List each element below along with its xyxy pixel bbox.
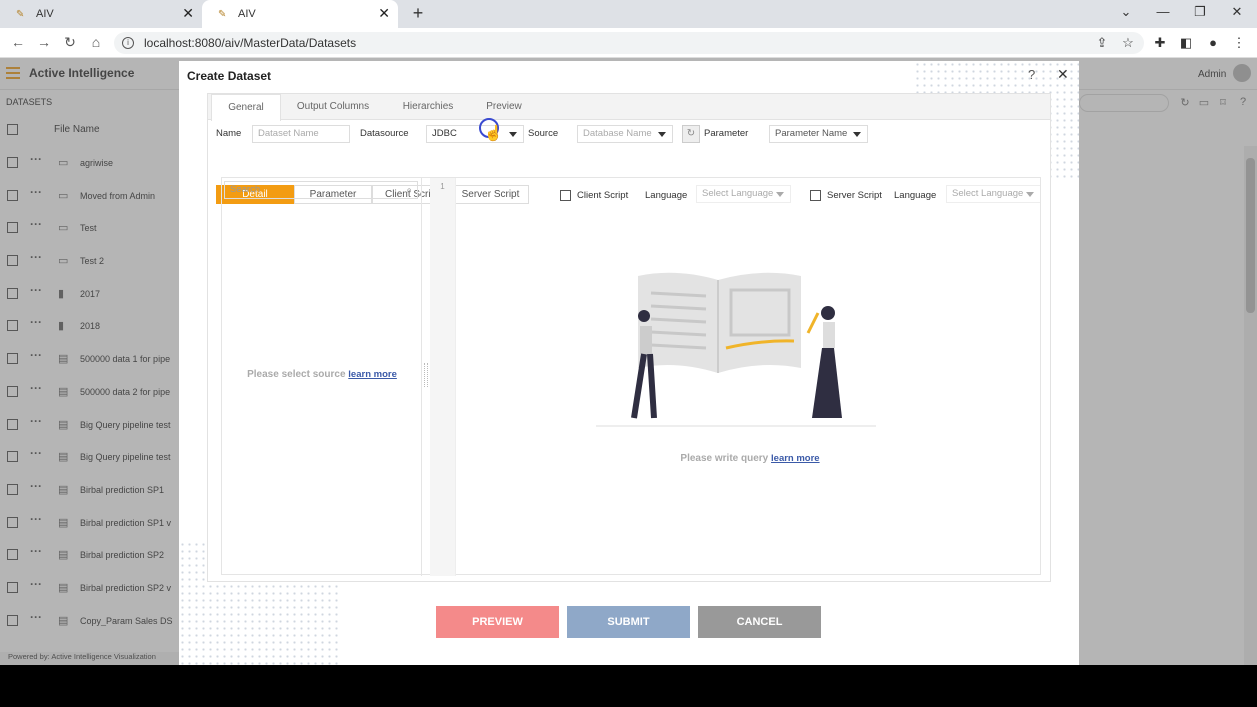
browser-tab-2[interactable]: ✎ AIV ✕ bbox=[202, 0, 398, 28]
chevron-down-icon bbox=[658, 132, 666, 137]
hand-cursor-icon: ☝ bbox=[484, 125, 503, 142]
parameter-placeholder: Parameter Name bbox=[775, 128, 848, 139]
browser-tabbar: ✎ AIV ✕ ✎ AIV ✕ + ⌄ — ❐ ✕ bbox=[0, 0, 1257, 28]
tab-output-columns[interactable]: Output Columns bbox=[288, 94, 378, 120]
menu-dots-icon[interactable]: ⋮ bbox=[1231, 35, 1247, 51]
tab-general[interactable]: General bbox=[211, 94, 281, 121]
preview-button[interactable]: PREVIEW bbox=[436, 606, 559, 638]
write-query-message: Please write query learn more bbox=[456, 453, 1044, 464]
search-placeholder: Search bbox=[230, 184, 261, 195]
close-tab-icon[interactable]: ✕ bbox=[182, 6, 194, 20]
parameter-select[interactable]: Parameter Name bbox=[769, 125, 868, 143]
site-info-icon[interactable]: i bbox=[122, 37, 134, 49]
url-field[interactable]: i localhost:8080/aiv/MasterData/Datasets bbox=[114, 32, 1144, 54]
chevron-down-icon bbox=[853, 132, 861, 137]
empty-query-illustration bbox=[596, 272, 876, 427]
profile-icon[interactable]: ● bbox=[1205, 35, 1221, 50]
new-tab-button[interactable]: + bbox=[409, 3, 427, 24]
forward-icon[interactable]: → bbox=[36, 34, 52, 50]
create-dataset-dialog: Create Dataset ? ✕ General Output Column… bbox=[179, 61, 1079, 665]
datasource-label: Datasource bbox=[360, 128, 409, 139]
select-source-message: Please select source learn more bbox=[222, 369, 422, 380]
parameter-label: Parameter bbox=[704, 128, 749, 139]
source-select[interactable]: Database Name bbox=[577, 125, 673, 143]
aiv-favicon-icon: ✎ bbox=[16, 9, 25, 20]
url-text: localhost:8080/aiv/MasterData/Datasets bbox=[144, 36, 357, 50]
close-icon[interactable]: ✕ bbox=[1057, 66, 1069, 83]
reload-icon[interactable]: ↻ bbox=[62, 34, 78, 51]
source-label: Source bbox=[528, 128, 559, 139]
dialog-title: Create Dataset bbox=[187, 69, 272, 83]
home-icon[interactable]: ⌂ bbox=[88, 34, 104, 50]
browser-tab-1[interactable]: ✎ AIV ✕ bbox=[0, 0, 202, 28]
share-icon[interactable]: ⇪ bbox=[1094, 35, 1110, 51]
tab-hierarchies[interactable]: Hierarchies bbox=[386, 94, 470, 120]
line-number: 1 bbox=[440, 182, 445, 191]
close-tab-icon[interactable]: ✕ bbox=[378, 6, 390, 20]
aiv-favicon-icon: ✎ bbox=[218, 9, 227, 20]
cancel-button[interactable]: CANCEL bbox=[698, 606, 821, 638]
close-window-button[interactable]: ✕ bbox=[1228, 4, 1246, 20]
dialog-tabs: General Output Columns Hierarchies Previ… bbox=[208, 94, 1050, 121]
name-label: Name bbox=[216, 128, 242, 139]
side-panel-icon[interactable]: ◧ bbox=[1178, 35, 1194, 51]
tab-search-icon[interactable]: ⌄ bbox=[1117, 4, 1135, 20]
restore-button[interactable]: ❐ bbox=[1191, 4, 1209, 20]
query-editor-area: Search ⌕ Please select source learn more… bbox=[221, 177, 1044, 576]
dataset-name-input[interactable]: Dataset Name bbox=[252, 125, 350, 143]
minimize-button[interactable]: — bbox=[1154, 4, 1172, 19]
source-placeholder: Database Name bbox=[583, 128, 652, 139]
tree-search-input[interactable]: Search ⌕ bbox=[224, 181, 418, 199]
help-icon[interactable]: ? bbox=[1028, 67, 1035, 82]
extensions-icon[interactable]: ✚ bbox=[1152, 35, 1168, 51]
source-tree-pane: Search ⌕ Please select source learn more bbox=[222, 178, 422, 576]
tab-preview[interactable]: Preview bbox=[474, 94, 534, 120]
address-bar-row: ← → ↻ ⌂ i localhost:8080/aiv/MasterData/… bbox=[0, 28, 1257, 58]
pane-resize-handle[interactable] bbox=[424, 363, 428, 387]
tab-title: AIV bbox=[238, 8, 256, 20]
tab-title: AIV bbox=[36, 8, 54, 20]
back-icon[interactable]: ← bbox=[10, 34, 26, 50]
write-query-text: Please write query bbox=[680, 453, 769, 464]
bookmark-star-icon[interactable]: ☆ bbox=[1120, 35, 1136, 51]
learn-more-link[interactable]: learn more bbox=[348, 369, 397, 380]
learn-more-link[interactable]: learn more bbox=[771, 453, 820, 464]
refresh-source-icon[interactable]: ↻ bbox=[682, 125, 700, 143]
datasource-select[interactable]: JDBC bbox=[426, 125, 524, 143]
chevron-down-icon bbox=[509, 132, 517, 137]
submit-button[interactable]: SUBMIT bbox=[567, 606, 690, 638]
search-icon: ⌕ bbox=[406, 185, 412, 196]
select-source-text: Please select source bbox=[247, 369, 346, 380]
browser-viewport: ✎ AIV ✕ ✎ AIV ✕ + ⌄ — ❐ ✕ ← → ↻ ⌂ i loca… bbox=[0, 0, 1257, 665]
line-number-gutter: 1 bbox=[430, 178, 456, 576]
datasource-value: JDBC bbox=[432, 128, 457, 139]
